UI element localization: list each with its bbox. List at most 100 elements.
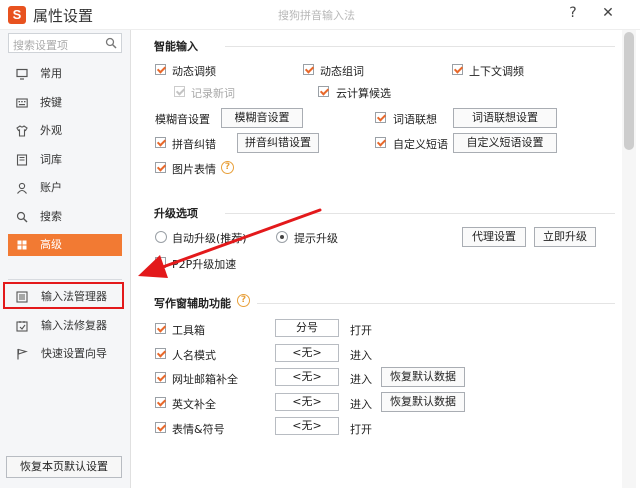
- search-icon[interactable]: [105, 37, 117, 49]
- emoji-help-icon[interactable]: ?: [221, 161, 234, 174]
- writing-row-checkbox[interactable]: [155, 348, 166, 359]
- writing-row-hotkey-field[interactable]: 分号: [275, 319, 339, 337]
- book-icon: [16, 154, 28, 166]
- section-title-writing: 写作窗辅助功能: [154, 297, 231, 310]
- emoji-label: 图片表情: [172, 163, 216, 176]
- ime-repair-item[interactable]: 输入法修复器: [8, 315, 126, 337]
- sidebar-item-advanced[interactable]: 高级: [8, 234, 122, 256]
- help-button[interactable]: ?: [562, 3, 584, 23]
- tool-item-label: 输入法修复器: [41, 319, 107, 332]
- association-settings-button[interactable]: 词语联想设置: [453, 108, 557, 128]
- sidebar-item-search[interactable]: 搜索: [8, 206, 122, 228]
- sidebar-item-label: 搜索: [40, 210, 62, 223]
- writing-row-hotkey-field[interactable]: <无>: [275, 417, 339, 435]
- section-title-upgrade: 升级选项: [154, 207, 198, 220]
- writing-row-action: 进入: [350, 349, 372, 362]
- section-divider: [257, 303, 615, 304]
- record-new-checkbox[interactable]: [174, 86, 185, 97]
- writing-row-hotkey-field[interactable]: <无>: [275, 368, 339, 386]
- sidebar-divider: [8, 279, 122, 280]
- association-label: 词语联想: [393, 113, 437, 126]
- custom-phrase-settings-button[interactable]: 自定义短语设置: [453, 133, 557, 153]
- settings-icon: [17, 240, 27, 250]
- cloud-candidates-checkbox[interactable]: [318, 86, 329, 97]
- shirt-icon: [16, 125, 28, 137]
- section-divider: [225, 46, 615, 47]
- user-icon: [17, 182, 27, 194]
- p2p-label: P2P升级加速: [172, 258, 237, 271]
- writing-row-label: 人名模式: [172, 349, 216, 362]
- section-divider: [225, 213, 615, 214]
- dynamic-freq-label: 动态调频: [172, 65, 216, 78]
- monitor-icon: [16, 68, 28, 80]
- sidebar-item-common[interactable]: 常用: [8, 63, 122, 85]
- sidebar-item-label: 常用: [40, 67, 62, 80]
- association-checkbox[interactable]: [375, 112, 386, 123]
- writing-row-checkbox[interactable]: [155, 323, 166, 334]
- writing-row-action: 进入: [350, 373, 372, 386]
- notify-upgrade-label: 提示升级: [294, 232, 338, 245]
- writing-row-action: 进入: [350, 398, 372, 411]
- correction-checkbox[interactable]: [155, 137, 166, 148]
- sidebar-item-label: 词库: [40, 153, 62, 166]
- sidebar-item-keys[interactable]: 按键: [8, 92, 122, 114]
- correction-label: 拼音纠错: [172, 138, 216, 151]
- scrollbar[interactable]: [622, 30, 636, 488]
- context-freq-checkbox[interactable]: [452, 64, 463, 75]
- writing-row-hotkey-field[interactable]: <无>: [275, 344, 339, 362]
- auto-upgrade-label: 自动升级(推荐): [172, 232, 247, 245]
- search-icon: [16, 211, 28, 223]
- writing-row-label: 工具箱: [172, 324, 205, 337]
- emoji-checkbox[interactable]: [155, 162, 166, 173]
- writing-row-label: 网址邮箱补全: [172, 373, 238, 386]
- writing-row-action: 打开: [350, 324, 372, 337]
- sidebar-item-account[interactable]: 账户: [8, 177, 122, 199]
- writing-row-checkbox[interactable]: [155, 397, 166, 408]
- auto-upgrade-radio[interactable]: [155, 231, 167, 243]
- cloud-candidates-label: 云计算候选: [336, 87, 391, 100]
- correction-settings-button[interactable]: 拼音纠错设置: [237, 133, 319, 153]
- proxy-settings-button[interactable]: 代理设置: [462, 227, 526, 247]
- restore-default-data-button[interactable]: 恢复默认数据: [381, 392, 465, 412]
- reset-page-defaults-button[interactable]: 恢复本页默认设置: [6, 456, 122, 478]
- p2p-checkbox[interactable]: [155, 257, 166, 268]
- flag-icon: [17, 348, 28, 360]
- writing-row-label: 英文补全: [172, 398, 216, 411]
- custom-phrase-label: 自定义短语: [393, 138, 448, 151]
- section-title-smart-input: 智能输入: [154, 40, 198, 53]
- close-button[interactable]: ✕: [597, 3, 619, 23]
- writing-row-action: 打开: [350, 423, 372, 436]
- context-freq-label: 上下文调频: [469, 65, 524, 78]
- dynamic-words-label: 动态组词: [320, 65, 364, 78]
- dynamic-freq-checkbox[interactable]: [155, 64, 166, 75]
- main-panel: 智能输入 动态调频 动态组词 上下文调频 记录新词 云计算候选 模糊音设置 模糊…: [131, 30, 640, 488]
- sidebar-item-label: 外观: [40, 124, 62, 137]
- writing-help-icon[interactable]: ?: [237, 294, 250, 307]
- restore-default-data-button[interactable]: 恢复默认数据: [381, 367, 465, 387]
- scrollbar-thumb[interactable]: [624, 32, 634, 150]
- window-title: 属性设置: [33, 7, 94, 25]
- sidebar-item-label: 账户: [40, 181, 62, 194]
- sogou-logo-icon: S: [8, 6, 26, 24]
- search-input[interactable]: 搜索设置项: [8, 33, 122, 53]
- custom-phrase-checkbox[interactable]: [375, 137, 386, 148]
- fuzzy-label: 模糊音设置: [155, 113, 210, 126]
- record-new-label: 记录新词: [191, 87, 235, 100]
- sidebar-item-label: 按键: [40, 96, 62, 109]
- writing-row-hotkey-field[interactable]: <无>: [275, 393, 339, 411]
- sidebar-item-label: 高级: [40, 238, 62, 251]
- repair-icon: [16, 321, 28, 332]
- window-subtitle: 搜狗拼音输入法: [278, 9, 355, 22]
- notify-upgrade-radio[interactable]: [276, 231, 288, 243]
- tool-item-label: 快速设置向导: [41, 347, 107, 360]
- search-placeholder: 搜索设置项: [13, 39, 68, 52]
- sidebar-item-appearance[interactable]: 外观: [8, 120, 122, 142]
- sidebar-item-dictionary[interactable]: 词库: [8, 149, 122, 171]
- dynamic-words-checkbox[interactable]: [303, 64, 314, 75]
- fuzzy-settings-button[interactable]: 模糊音设置: [221, 108, 303, 128]
- sidebar: 搜索设置项 常用 按键 外观 词库 账户 搜索 高级 输入法管理器 输入法修复器: [0, 30, 131, 488]
- quick-setup-item[interactable]: 快速设置向导: [8, 343, 126, 365]
- upgrade-now-button[interactable]: 立即升级: [534, 227, 596, 247]
- writing-row-checkbox[interactable]: [155, 372, 166, 383]
- writing-row-checkbox[interactable]: [155, 422, 166, 433]
